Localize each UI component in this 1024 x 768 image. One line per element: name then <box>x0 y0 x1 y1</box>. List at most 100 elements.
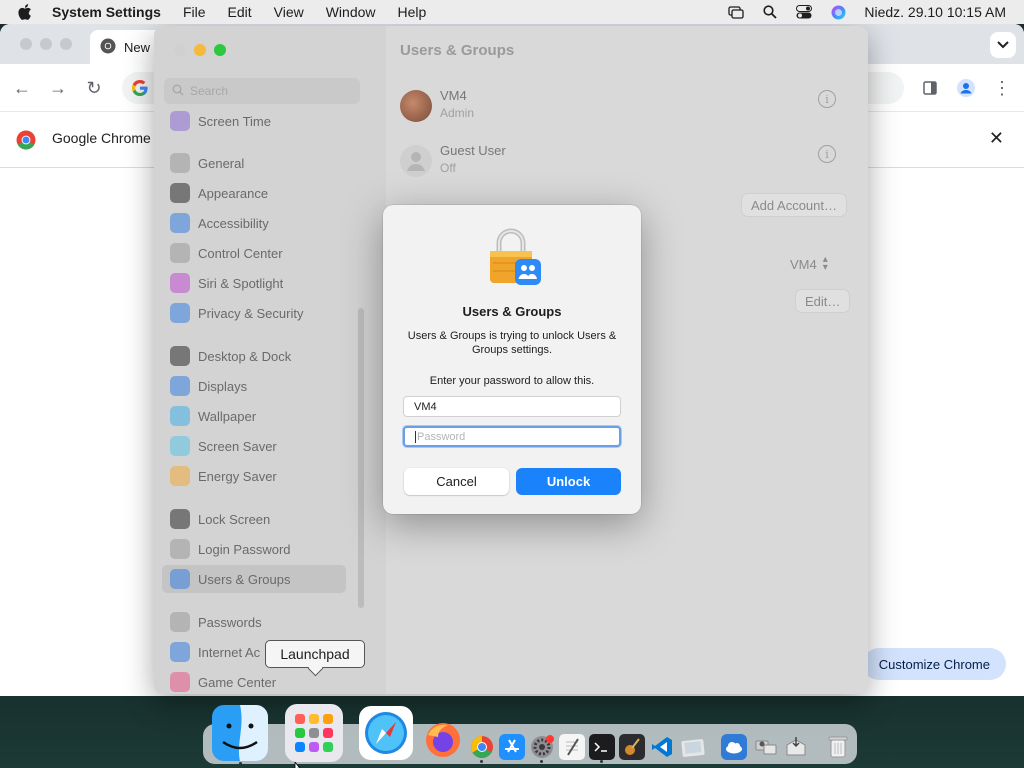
bulb-icon <box>170 466 190 486</box>
sidebar-item-label: Wallpaper <box>198 408 257 424</box>
username-field[interactable]: VM4 <box>403 396 621 417</box>
sidebar-item-passwords[interactable]: Passwords <box>162 608 346 636</box>
terminal-icon[interactable] <box>589 734 615 763</box>
sidebar-item-lock-screen[interactable]: Lock Screen <box>162 505 346 533</box>
updown-chevron-icon: ▴ ▾ <box>822 254 828 273</box>
garageband-icon[interactable] <box>619 734 645 760</box>
password-field[interactable]: Password <box>403 426 621 447</box>
sidebar-item-screen-saver[interactable]: Screen Saver <box>162 432 346 460</box>
chrome-window-controls <box>20 38 72 50</box>
sidebar-item-displays[interactable]: Displays <box>162 372 346 400</box>
clock[interactable]: Niedz. 29.10 10:15 AM <box>864 4 1006 20</box>
close-icon[interactable]: ✕ <box>989 128 1004 149</box>
app-menu[interactable]: System Settings <box>52 4 161 20</box>
sun-icon <box>170 376 190 396</box>
info-icon[interactable]: i <box>818 145 836 163</box>
sidebar-item-users-groups[interactable]: Users & Groups <box>162 565 346 593</box>
sidebar-item-general[interactable]: General <box>162 149 346 177</box>
game-center-icon <box>170 672 190 692</box>
hand-icon <box>170 303 190 323</box>
edit-menu[interactable]: Edit <box>228 4 252 20</box>
gear-icon <box>170 153 190 173</box>
dock-icon <box>170 346 190 366</box>
more-menu-icon[interactable]: ⋮ <box>992 78 1012 98</box>
siri-icon[interactable] <box>830 5 846 19</box>
screensaver-icon <box>170 436 190 456</box>
sidebar-item-label: General <box>198 155 245 171</box>
sidebar-item-control-center[interactable]: Control Center <box>162 239 346 267</box>
firefox-icon[interactable] <box>423 720 463 760</box>
textedit-icon[interactable] <box>559 734 585 760</box>
reload-icon[interactable]: ↻ <box>84 78 104 98</box>
lock-icon <box>170 509 190 529</box>
close-window-button[interactable] <box>174 44 186 56</box>
sidebar-item-energy-saver[interactable]: Energy Saver <box>162 462 346 490</box>
username-value: VM4 <box>414 400 437 413</box>
chrome-logo-icon <box>16 130 36 153</box>
preview-icon[interactable] <box>679 734 707 760</box>
spotlight-search-icon[interactable] <box>762 5 778 19</box>
cancel-button[interactable]: Cancel <box>404 468 509 495</box>
window-menu[interactable]: Window <box>326 4 376 20</box>
edit-button[interactable]: Edit… <box>796 290 850 312</box>
user-row-vm4[interactable]: VM4 Admin i <box>386 78 848 132</box>
finder-icon[interactable] <box>211 704 269 765</box>
search-icon <box>172 84 184 99</box>
running-indicator <box>239 762 242 765</box>
sidebar-item-login-password[interactable]: Login Password <box>162 535 346 563</box>
back-arrow-icon[interactable]: ← <box>12 78 32 98</box>
sidebar-item-desktop-dock[interactable]: Desktop & Dock <box>162 342 346 370</box>
running-indicator <box>600 760 603 763</box>
control-center-icon <box>170 243 190 263</box>
profile-avatar-icon[interactable] <box>956 78 976 98</box>
view-menu[interactable]: View <box>274 4 304 20</box>
minimize-window-button[interactable] <box>194 44 206 56</box>
migration-assistant-icon[interactable] <box>753 734 779 760</box>
sidebar-item-accessibility[interactable]: Accessibility <box>162 209 346 237</box>
trash-icon[interactable] <box>825 734 851 760</box>
sidebar-search-field[interactable]: Search <box>164 78 360 104</box>
dialog-title: Users & Groups <box>462 304 562 319</box>
tab-search-chevron-icon[interactable] <box>990 32 1016 58</box>
add-account-button[interactable]: Add Account… <box>742 194 846 216</box>
sidebar-item-wallpaper[interactable]: Wallpaper <box>162 402 346 430</box>
app-store-icon[interactable] <box>499 734 525 760</box>
sidebar-item-label: Accessibility <box>198 215 269 231</box>
chrome-icon[interactable] <box>469 734 495 763</box>
unlock-button[interactable]: Unlock <box>516 468 621 495</box>
sidebar-item-label: Internet Ac <box>198 644 261 660</box>
appearance-icon <box>170 183 190 203</box>
control-center-icon[interactable] <box>796 5 813 19</box>
window-controls <box>174 44 226 56</box>
sidebar-item-screen-time[interactable]: Screen Time <box>162 107 346 135</box>
sidebar-item-label: Login Password <box>198 541 291 557</box>
info-icon[interactable]: i <box>818 90 836 108</box>
sidebar-item-label: Energy Saver <box>198 468 277 484</box>
side-panel-icon[interactable] <box>920 78 940 98</box>
sidebar-item-appearance[interactable]: Appearance <box>162 179 346 207</box>
screen-mirroring-icon[interactable] <box>728 5 744 19</box>
safari-icon[interactable] <box>359 706 413 760</box>
sidebar-item-label: Privacy & Security <box>198 305 304 321</box>
user-row-guest[interactable]: Guest User Off i <box>386 133 848 187</box>
launchpad-icon[interactable] <box>285 704 343 762</box>
installer-icon[interactable] <box>783 734 809 760</box>
help-menu[interactable]: Help <box>398 4 427 20</box>
file-menu[interactable]: File <box>183 4 206 20</box>
apple-menu-icon[interactable] <box>18 4 34 20</box>
sidebar-item-privacy-security[interactable]: Privacy & Security <box>162 299 346 327</box>
auto-login-popup[interactable]: VM4 ▴ ▾ <box>790 254 828 273</box>
unlock-dialog: Users & Groups Users & Groups is trying … <box>383 205 641 514</box>
system-settings-icon[interactable] <box>529 734 555 763</box>
search-placeholder: Search <box>190 84 229 98</box>
forward-arrow-icon[interactable]: → <box>48 78 68 98</box>
vscode-icon[interactable] <box>649 734 675 760</box>
customize-chrome-button[interactable]: Customize Chrome <box>862 648 1006 680</box>
sidebar-item-label: Game Center <box>198 674 277 690</box>
weather-icon[interactable] <box>721 734 747 760</box>
guest-avatar <box>400 145 432 177</box>
sidebar-scrollbar[interactable] <box>358 308 364 608</box>
sidebar-item-siri-spotlight[interactable]: Siri & Spotlight <box>162 269 346 297</box>
running-indicator <box>480 760 483 763</box>
zoom-window-button[interactable] <box>214 44 226 56</box>
